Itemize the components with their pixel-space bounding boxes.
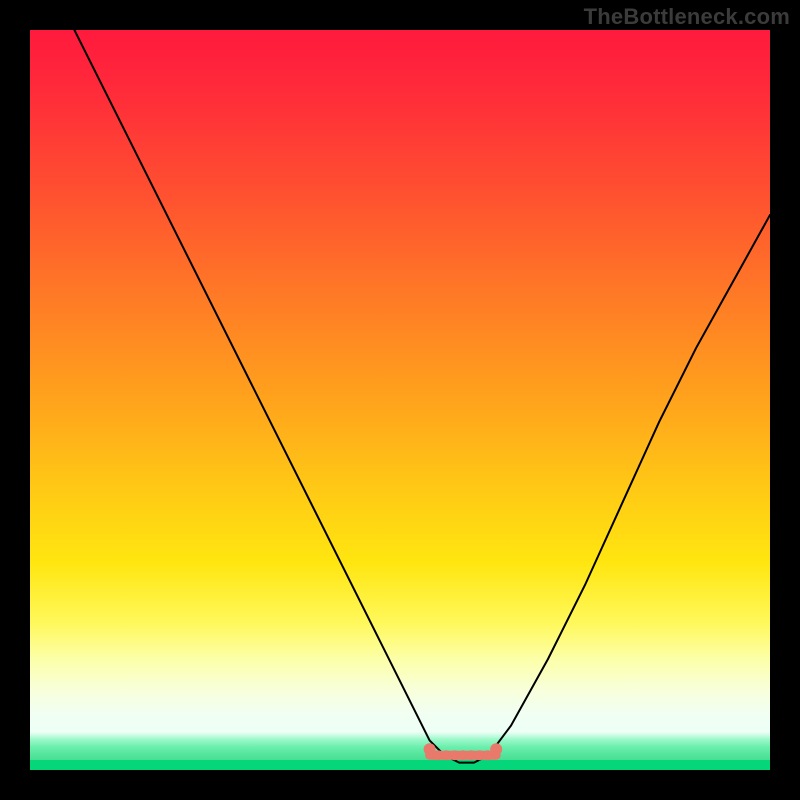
trough-bead [490,743,502,755]
bottleneck-curve-path [74,30,770,763]
plot-area [30,30,770,770]
chart-frame: TheBottleneck.com [0,0,800,800]
watermark-text: TheBottleneck.com [584,4,790,30]
curve-svg [30,30,770,770]
